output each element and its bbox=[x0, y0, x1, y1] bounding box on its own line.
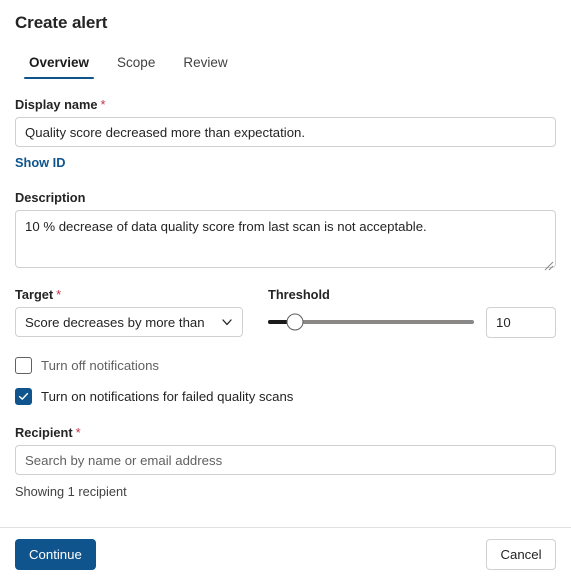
display-name-input[interactable] bbox=[15, 117, 556, 147]
recipient-field: Recipient * Showing 1 recipient bbox=[15, 425, 556, 499]
threshold-number-input[interactable] bbox=[486, 306, 556, 338]
threshold-field: Threshold bbox=[268, 287, 556, 338]
recipient-search-input[interactable] bbox=[15, 445, 556, 475]
tab-scope[interactable]: Scope bbox=[103, 53, 169, 79]
description-textarea-wrapper bbox=[15, 210, 556, 273]
threshold-slider[interactable] bbox=[268, 307, 474, 337]
recipient-count-text: Showing 1 recipient bbox=[15, 484, 127, 499]
checkbox-box[interactable] bbox=[15, 357, 32, 374]
checkmark-icon bbox=[18, 392, 29, 400]
chevron-down-icon bbox=[222, 319, 232, 326]
description-field: Description bbox=[15, 190, 556, 273]
create-alert-panel: Create alert Overview Scope Review Displ… bbox=[0, 0, 571, 580]
target-dropdown-value: Score decreases by more than bbox=[25, 314, 205, 330]
required-asterisk: * bbox=[56, 287, 62, 302]
target-threshold-row: Target * Score decreases by more than Th… bbox=[15, 287, 556, 338]
slider-thumb[interactable] bbox=[286, 313, 304, 331]
tab-overview[interactable]: Overview bbox=[15, 53, 103, 79]
checkbox-turn-on-failed-scan-notifications[interactable]: Turn on notifications for failed quality… bbox=[15, 388, 556, 405]
checkbox-label: Turn on notifications for failed quality… bbox=[41, 389, 294, 404]
display-name-label: Display name * bbox=[15, 97, 556, 112]
description-textarea[interactable] bbox=[15, 210, 556, 268]
recipient-label-text: Recipient bbox=[15, 425, 73, 440]
required-asterisk: * bbox=[75, 425, 81, 440]
target-label-text: Target bbox=[15, 287, 54, 302]
target-dropdown[interactable]: Score decreases by more than bbox=[15, 307, 243, 337]
page-title: Create alert bbox=[15, 13, 108, 32]
continue-button[interactable]: Continue bbox=[15, 538, 96, 570]
target-field: Target * Score decreases by more than bbox=[15, 287, 243, 337]
description-label-text: Description bbox=[15, 190, 86, 205]
threshold-controls bbox=[268, 306, 556, 338]
display-name-label-text: Display name bbox=[15, 97, 98, 112]
show-id-link[interactable]: Show ID bbox=[15, 155, 65, 170]
tab-bar: Overview Scope Review bbox=[0, 33, 571, 79]
footer-bar: Continue Cancel bbox=[0, 527, 571, 580]
form-content: Display name * Show ID Description bbox=[0, 79, 571, 499]
checkbox-turn-off-notifications[interactable]: Turn off notifications bbox=[15, 357, 556, 374]
tab-review[interactable]: Review bbox=[169, 53, 241, 79]
checkbox-label: Turn off notifications bbox=[41, 358, 160, 373]
required-asterisk: * bbox=[100, 97, 106, 112]
display-name-field: Display name * bbox=[15, 97, 556, 147]
target-label: Target * bbox=[15, 287, 243, 302]
description-label: Description bbox=[15, 190, 556, 205]
cancel-button[interactable]: Cancel bbox=[486, 538, 556, 570]
threshold-label: Threshold bbox=[268, 287, 556, 302]
show-id-row: Show ID bbox=[15, 147, 556, 172]
checkbox-box[interactable] bbox=[15, 388, 32, 405]
recipient-label: Recipient * bbox=[15, 425, 556, 440]
threshold-label-text: Threshold bbox=[268, 287, 330, 302]
